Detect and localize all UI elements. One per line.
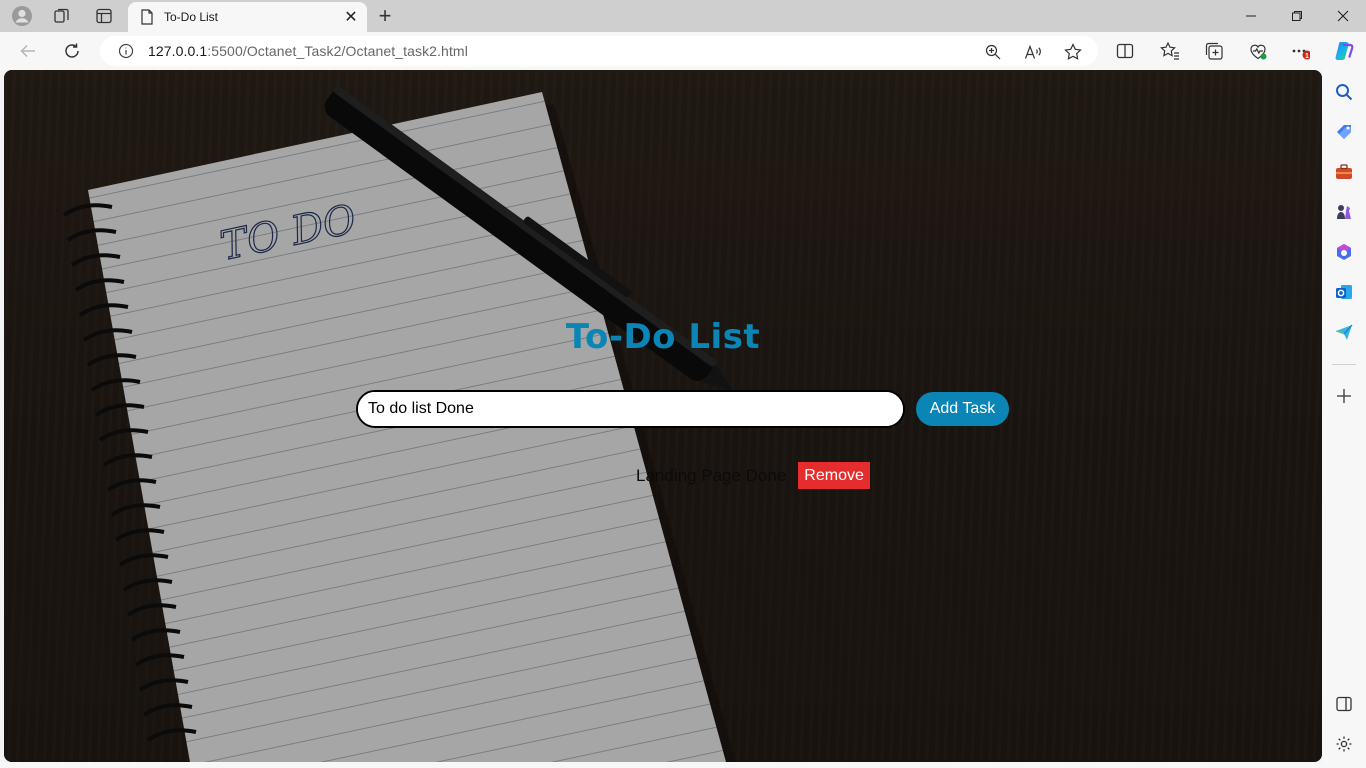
url-text[interactable]: 127.0.0.1:5500/Octanet_Task2/Octanet_tas…: [148, 43, 468, 59]
split-screen-icon[interactable]: [1115, 41, 1135, 61]
zoom-icon[interactable]: [984, 43, 1002, 61]
workspaces-icon[interactable]: [46, 4, 78, 28]
close-window-icon[interactable]: [1320, 0, 1366, 32]
sidebar-divider: [1332, 364, 1356, 365]
read-aloud-icon[interactable]: [1024, 43, 1042, 61]
tab-strip: To-Do List ✕ +: [0, 0, 1366, 32]
site-info-icon[interactable]: [118, 43, 134, 59]
microsoft-365-icon[interactable]: [1334, 242, 1354, 262]
refresh-icon[interactable]: [58, 37, 86, 65]
window-bottom-edge: [0, 762, 1322, 768]
browser-essentials-icon[interactable]: [1248, 41, 1268, 61]
browser-toolbar: 127.0.0.1:5500/Octanet_Task2/Octanet_tas…: [0, 32, 1366, 70]
page-viewport: TO DO To-Do List Add Task Landing Page D…: [4, 70, 1322, 762]
settings-gear-icon[interactable]: [1334, 734, 1354, 754]
tab-title: To-Do List: [164, 10, 219, 24]
drop-send-icon[interactable]: [1334, 322, 1354, 342]
copilot-icon[interactable]: [1332, 39, 1356, 63]
shopping-tag-icon[interactable]: [1334, 122, 1354, 142]
favorite-star-icon[interactable]: [1064, 43, 1082, 61]
profile-icon[interactable]: [6, 4, 38, 28]
address-bar[interactable]: 127.0.0.1:5500/Octanet_Task2/Octanet_tas…: [100, 36, 1098, 66]
collections-icon[interactable]: [1204, 41, 1224, 61]
add-task-button[interactable]: Add Task: [916, 392, 1009, 426]
more-options-icon[interactable]: 1: [1290, 41, 1310, 61]
sidebar: [1322, 70, 1366, 768]
hide-sidebar-icon[interactable]: [1334, 694, 1354, 714]
remove-task-button[interactable]: Remove: [798, 462, 870, 489]
search-icon[interactable]: [1334, 82, 1354, 102]
task-list-item: Landing Page Done Remove: [636, 462, 870, 489]
page-icon: [141, 9, 153, 25]
todo-app: To-Do List Add Task Landing Page Done Re…: [4, 70, 1322, 762]
add-sidebar-app-icon[interactable]: [1334, 386, 1354, 406]
tools-briefcase-icon[interactable]: [1334, 162, 1354, 182]
games-chess-icon[interactable]: [1334, 202, 1354, 222]
task-text: Landing Page Done: [636, 465, 787, 485]
notification-badge: 1: [1305, 53, 1309, 60]
new-tab-button[interactable]: +: [372, 3, 398, 28]
restore-icon[interactable]: [1274, 0, 1320, 32]
tab-actions-icon[interactable]: [88, 4, 120, 28]
tab-todo-list[interactable]: To-Do List ✕: [128, 2, 367, 32]
page-title: To-Do List: [565, 317, 761, 357]
back-icon[interactable]: [14, 37, 42, 65]
favorites-icon[interactable]: [1160, 41, 1180, 61]
close-tab-icon[interactable]: ✕: [341, 7, 361, 27]
task-input[interactable]: [356, 390, 905, 428]
outlook-icon[interactable]: [1334, 282, 1354, 302]
minimize-icon[interactable]: [1228, 0, 1274, 32]
